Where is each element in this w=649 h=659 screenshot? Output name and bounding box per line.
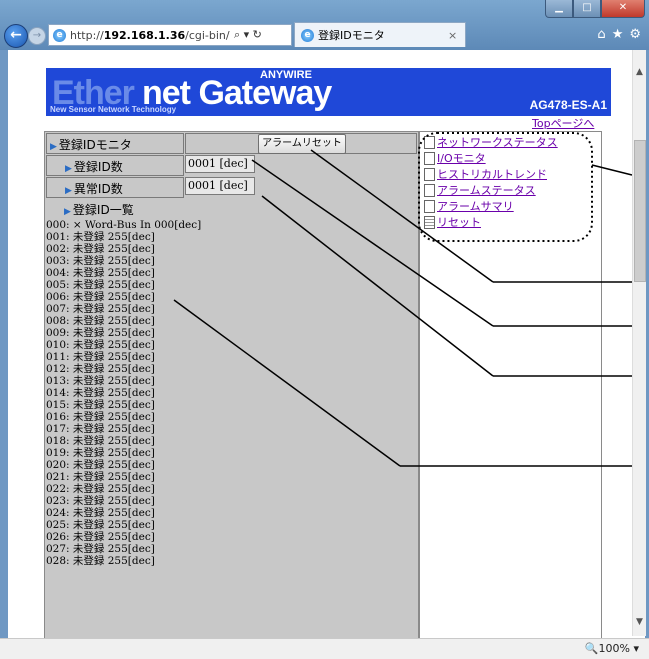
scroll-down-icon[interactable]: ▼ [633, 614, 646, 630]
callout-line-list [173, 299, 401, 467]
scroll-up-icon[interactable]: ▲ [633, 64, 646, 80]
callout-line-abnormal [261, 195, 494, 377]
status-bar: 🔍100% ▾ [0, 638, 649, 659]
vertical-scrollbar[interactable]: ▲ ▼ [632, 50, 646, 636]
callout-line-nav [591, 164, 633, 176]
scroll-thumb[interactable] [634, 140, 646, 282]
zoom-level[interactable]: 🔍100% ▾ [585, 642, 639, 655]
callout-overlay [173, 132, 633, 467]
highlight-oval [418, 132, 593, 242]
callout-line-registered [251, 159, 494, 327]
callout-line-alarm [310, 149, 494, 283]
